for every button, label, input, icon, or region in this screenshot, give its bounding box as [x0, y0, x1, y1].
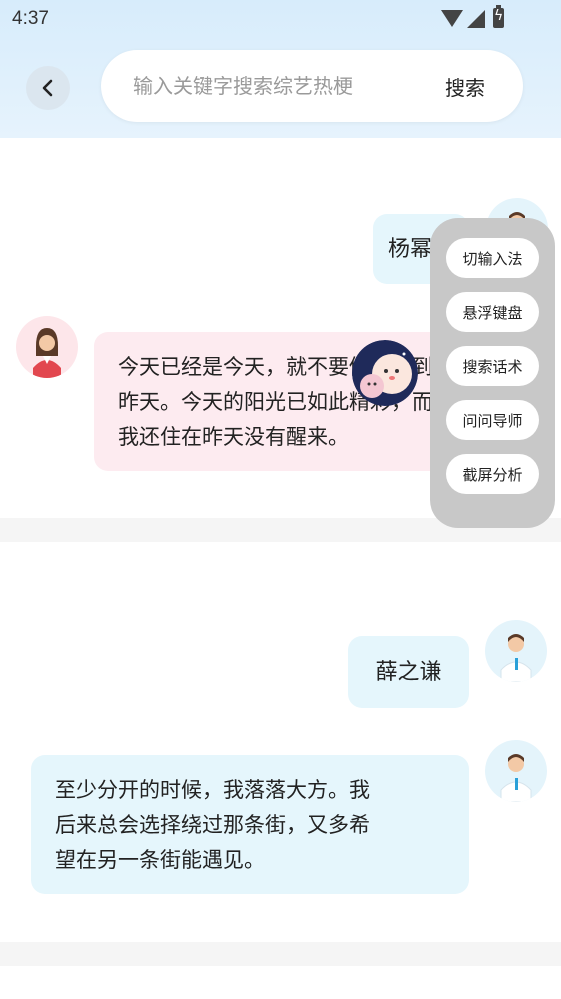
- search-box: 搜索: [101, 50, 523, 122]
- back-button[interactable]: [26, 66, 70, 110]
- quote-line: 后来总会选择绕过那条街，又多希: [55, 813, 370, 837]
- screenshot-analysis-button[interactable]: 截屏分析: [446, 454, 539, 494]
- status-time: 4:37: [12, 8, 49, 29]
- wifi-icon: [441, 10, 463, 27]
- battery-charging-icon: [493, 5, 504, 28]
- quote-bubble[interactable]: 至少分开的时候，我落落大方。我 后来总会选择绕过那条街，又多希 望在另一条街能遇…: [31, 755, 469, 894]
- name-bubble[interactable]: 薛之谦: [348, 636, 469, 708]
- name-bubble-text: 杨幂: [387, 236, 432, 262]
- male-avatar-icon: [500, 754, 532, 802]
- search-input[interactable]: [133, 50, 413, 122]
- switch-input-method-button[interactable]: 切输入法: [446, 238, 539, 278]
- chevron-left-icon: [42, 79, 53, 97]
- search-button[interactable]: 搜索: [445, 72, 485, 101]
- floating-tools-panel: 切输入法 悬浮键盘 搜索话术 问问导师 截屏分析: [430, 218, 555, 528]
- name-bubble-text: 薛之谦: [375, 659, 442, 685]
- signal-icon: [467, 10, 485, 28]
- avatar: [485, 740, 547, 802]
- male-avatar-icon: [500, 634, 532, 682]
- female-avatar-icon: [33, 328, 61, 378]
- search-scripts-button[interactable]: 搜索话术: [446, 346, 539, 386]
- quote-bubble[interactable]: 今天已经是今天，就不要做梦回到 昨天。今天的阳光已如此精彩，而 我还住在昨天没有…: [94, 332, 469, 471]
- quote-line: 我还住在昨天没有醒来。: [118, 425, 349, 449]
- avatar: [16, 316, 78, 378]
- quote-line: 望在另一条街能遇见。: [55, 848, 265, 872]
- ask-mentor-button[interactable]: 问问导师: [446, 400, 539, 440]
- header-bar: 4:37 搜索: [0, 0, 561, 138]
- mascot-floating-button[interactable]: [352, 340, 418, 406]
- mascot-icon: [352, 340, 418, 406]
- status-icons: [441, 5, 521, 30]
- quote-line: 至少分开的时候，我落落大方。我: [55, 778, 370, 802]
- avatar: [485, 620, 547, 682]
- floating-keyboard-button[interactable]: 悬浮键盘: [446, 292, 539, 332]
- section-divider: [0, 942, 561, 966]
